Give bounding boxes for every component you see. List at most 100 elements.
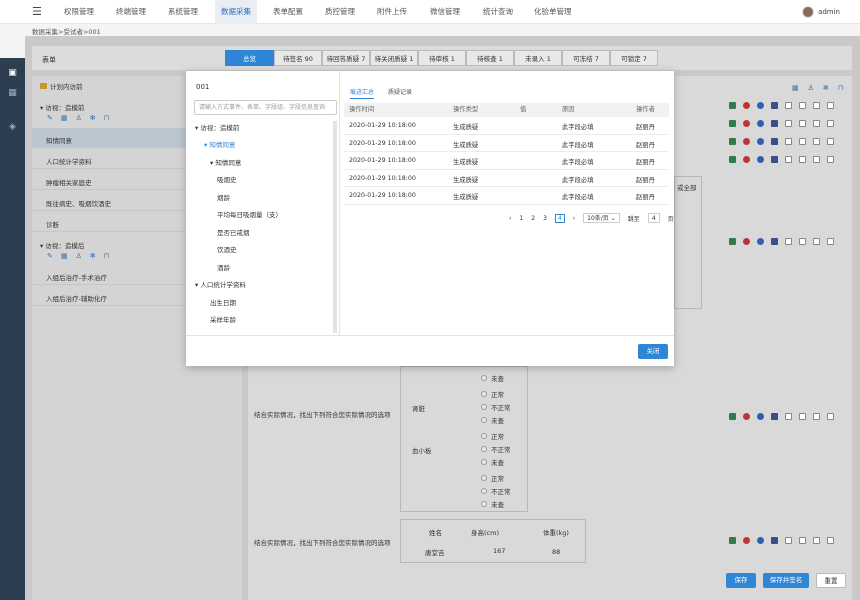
radio-option[interactable]: 正常: [481, 473, 504, 483]
radio-option[interactable]: 未查: [481, 373, 504, 383]
tab-to-verify[interactable]: 待核查 1: [466, 50, 514, 66]
checkbox[interactable]: [813, 156, 820, 163]
checkbox[interactable]: [813, 120, 820, 127]
status-icon[interactable]: [757, 156, 764, 163]
radio-option[interactable]: 正常: [481, 389, 504, 399]
page-link[interactable]: 2: [531, 215, 535, 222]
tree-node[interactable]: ▾ 知情同意: [204, 139, 235, 149]
stamp-icon[interactable]: ♙: [76, 114, 82, 122]
nav-item-terminal[interactable]: 终端管理: [116, 0, 146, 24]
radio-option[interactable]: 正常: [481, 431, 504, 441]
tree-node[interactable]: 是否已戒烟: [217, 227, 250, 237]
checkbox[interactable]: [799, 413, 806, 420]
tree-node[interactable]: 饮酒史: [217, 244, 237, 254]
document-icon[interactable]: [771, 537, 778, 544]
checkbox[interactable]: [813, 413, 820, 420]
query-icon[interactable]: [743, 120, 750, 127]
tab-lockable[interactable]: 可锁定 7: [610, 50, 658, 66]
save-sign-button[interactable]: 保存并签名: [763, 573, 809, 588]
grid-icon[interactable]: ▦: [61, 114, 68, 122]
edit-icon[interactable]: [729, 238, 736, 245]
document-icon[interactable]: [771, 156, 778, 163]
tree-node[interactable]: 吸烟史: [217, 174, 237, 184]
checkbox[interactable]: [799, 138, 806, 145]
tree-node[interactable]: 采样年龄: [210, 314, 236, 324]
snowflake-icon[interactable]: ✻: [90, 114, 96, 122]
nav-item-form-config[interactable]: 表单配置: [273, 0, 303, 24]
page-link[interactable]: 1: [519, 215, 523, 222]
edit-icon[interactable]: [729, 102, 736, 109]
page-link-current[interactable]: 4: [554, 213, 565, 223]
query-icon[interactable]: [743, 156, 750, 163]
checkbox[interactable]: [799, 102, 806, 109]
checkbox[interactable]: [813, 238, 820, 245]
tree-node[interactable]: ▾ 知情同意: [210, 157, 241, 167]
nav-item-wechat[interactable]: 微信管理: [430, 0, 460, 24]
checkbox[interactable]: [813, 138, 820, 145]
page-link[interactable]: 3: [543, 215, 547, 222]
search-input[interactable]: 请输入方式事件、表单、字段组、字段信息查询: [194, 100, 337, 115]
close-button[interactable]: 关闭: [638, 344, 668, 359]
scrollbar[interactable]: [333, 121, 337, 333]
query-icon[interactable]: [743, 102, 750, 109]
status-icon[interactable]: [757, 120, 764, 127]
edit-icon[interactable]: [729, 120, 736, 127]
query-icon[interactable]: [743, 138, 750, 145]
checkbox[interactable]: [827, 413, 834, 420]
checkbox[interactable]: [785, 156, 792, 163]
tree-node[interactable]: 出生日期: [210, 297, 236, 307]
tree-node[interactable]: ▾ 人口统计学资料: [195, 279, 246, 289]
edit-icon[interactable]: [729, 138, 736, 145]
nav-item-data-collection[interactable]: 数据采集: [215, 0, 257, 24]
snowflake-icon[interactable]: ✻: [823, 84, 829, 92]
clipboard-icon[interactable]: ▣: [6, 66, 19, 79]
tab-overview[interactable]: 总览: [225, 50, 274, 66]
lock-icon[interactable]: ⊓: [104, 252, 109, 260]
reset-button[interactable]: 重置: [816, 573, 846, 588]
edit-icon[interactable]: [729, 156, 736, 163]
tree-node[interactable]: ▾ 访视：造模前: [195, 122, 239, 132]
status-icon[interactable]: [757, 537, 764, 544]
checkbox[interactable]: [813, 537, 820, 544]
next-page-icon[interactable]: ›: [573, 215, 575, 222]
grid-icon[interactable]: ▦: [792, 84, 799, 92]
user-menu[interactable]: admin: [802, 4, 840, 20]
status-icon[interactable]: [757, 138, 764, 145]
tab-freezable[interactable]: 可冻结 7: [562, 50, 610, 66]
query-icon[interactable]: [743, 537, 750, 544]
document-icon[interactable]: [771, 120, 778, 127]
visit-header-post[interactable]: ▾ 访视：造模后: [40, 240, 84, 250]
tab-audit-summary[interactable]: 痕迹汇总: [350, 87, 375, 99]
tab-not-entered[interactable]: 未录入 1: [514, 50, 562, 66]
radio-option[interactable]: 不正常: [481, 402, 511, 412]
checkbox[interactable]: [799, 238, 806, 245]
nav-item-system[interactable]: 系统管理: [168, 0, 198, 24]
stamp-icon[interactable]: ♙: [808, 84, 814, 92]
goto-input[interactable]: 4: [647, 213, 660, 223]
checkbox[interactable]: [799, 156, 806, 163]
prev-page-icon[interactable]: ‹: [509, 215, 511, 222]
lock-icon[interactable]: ⊓: [838, 84, 843, 92]
edit-icon[interactable]: [729, 537, 736, 544]
checkbox[interactable]: [827, 537, 834, 544]
tab-query-records[interactable]: 质疑记录: [388, 87, 412, 96]
checkbox[interactable]: [827, 238, 834, 245]
checkbox[interactable]: [827, 102, 834, 109]
checkbox[interactable]: [827, 138, 834, 145]
nav-item-stats[interactable]: 统计查询: [483, 0, 513, 24]
document-icon[interactable]: [771, 413, 778, 420]
save-button[interactable]: 保存: [726, 573, 756, 588]
grid-icon[interactable]: ▦: [61, 252, 68, 260]
visit-header-pre[interactable]: ▾ 访视：造模前: [40, 102, 84, 112]
status-icon[interactable]: [757, 102, 764, 109]
lock-icon[interactable]: ⊓: [104, 114, 109, 122]
checkbox[interactable]: [785, 138, 792, 145]
radio-option[interactable]: 未查: [481, 499, 504, 509]
tab-to-close[interactable]: 待关闭质疑 1: [370, 50, 418, 66]
status-icon[interactable]: [757, 238, 764, 245]
snowflake-icon[interactable]: ✻: [90, 252, 96, 260]
tab-to-review[interactable]: 待审核 1: [418, 50, 466, 66]
checkbox[interactable]: [785, 120, 792, 127]
nav-item-permission[interactable]: 权限管理: [64, 0, 94, 24]
nav-item-attachment[interactable]: 附件上传: [377, 0, 407, 24]
